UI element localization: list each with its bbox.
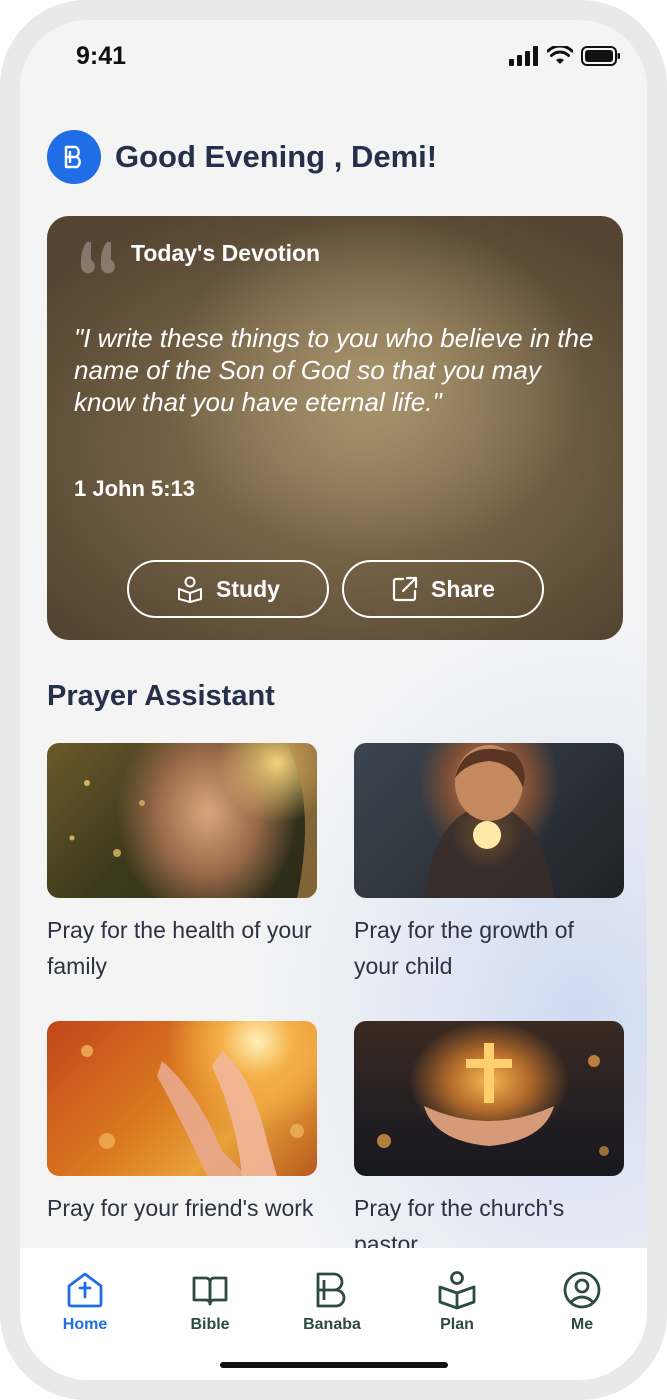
child-with-light-image	[354, 743, 624, 898]
prayer-card-friend[interactable]: Pray for your friend's work	[47, 1021, 317, 1226]
status-time: 9:41	[76, 42, 127, 70]
hands-in-light-image	[47, 1021, 317, 1176]
battery-icon	[581, 46, 620, 66]
study-icon	[178, 576, 203, 603]
greeting-text: Good Evening , Demi!	[115, 139, 438, 174]
plan-reading-icon	[438, 1271, 476, 1310]
header: Good Evening , Demi!	[47, 130, 437, 184]
devotion-reference: 1 John 5:13	[74, 476, 196, 501]
book-icon	[192, 1276, 228, 1306]
share-button[interactable]: Share	[342, 560, 544, 618]
profile-icon	[563, 1271, 601, 1309]
tab-plan-label: Plan	[440, 1316, 474, 1333]
study-button[interactable]: Study	[127, 560, 329, 618]
prayer-card-pastor[interactable]: Pray for the church's pastor	[354, 1021, 624, 1262]
prayer-card-label: Pray for the growth of your child	[354, 917, 574, 979]
status-icons	[509, 46, 621, 66]
prayer-card-health[interactable]: Pray for the health of your family	[47, 743, 317, 984]
tab-bible[interactable]: Bible	[160, 1270, 260, 1334]
share-label: Share	[431, 575, 495, 602]
wifi-icon	[547, 46, 573, 64]
hands-with-cross-image	[354, 1021, 624, 1176]
tab-home[interactable]: Home	[35, 1270, 135, 1334]
app-screen: 9:41 Good Evening , Demi! Today's Devoti…	[20, 20, 647, 1380]
signal-icon	[509, 46, 538, 66]
prayer-assistant-title: Prayer Assistant	[47, 680, 275, 712]
banaba-logo-icon	[316, 1272, 346, 1308]
tab-home-label: Home	[62, 1316, 108, 1333]
devotion-card[interactable]: Today's Devotion "I write these things t…	[47, 216, 623, 640]
tab-bible-label: Bible	[190, 1316, 230, 1333]
status-bar: 9:41	[20, 20, 647, 100]
home-indicator[interactable]	[220, 1362, 448, 1368]
devotion-verse: "I write these things to you who believe…	[74, 323, 594, 417]
prayer-card-label: Pray for your friend's work	[47, 1195, 314, 1221]
phone-frame: 9:41 Good Evening , Demi! Today's Devoti…	[0, 0, 667, 1400]
church-home-icon	[67, 1272, 103, 1308]
tab-plan[interactable]: Plan	[407, 1270, 507, 1334]
prayer-card-label: Pray for the health of your family	[47, 917, 312, 979]
tab-banaba[interactable]: Banaba	[282, 1270, 382, 1334]
tab-me[interactable]: Me	[532, 1270, 632, 1334]
app-logo-icon	[47, 130, 101, 184]
prayer-card-child[interactable]: Pray for the growth of your child	[354, 743, 624, 984]
devotion-title: Today's Devotion	[131, 240, 321, 266]
tab-bar: Home Bible Banaba Plan Me	[20, 1248, 647, 1380]
tab-me-label: Me	[570, 1316, 594, 1333]
tab-banaba-label: Banaba	[303, 1316, 361, 1333]
praying-hands-image	[47, 743, 317, 898]
quote-icon	[80, 242, 115, 274]
study-label: Study	[216, 575, 280, 602]
share-icon	[392, 576, 418, 602]
